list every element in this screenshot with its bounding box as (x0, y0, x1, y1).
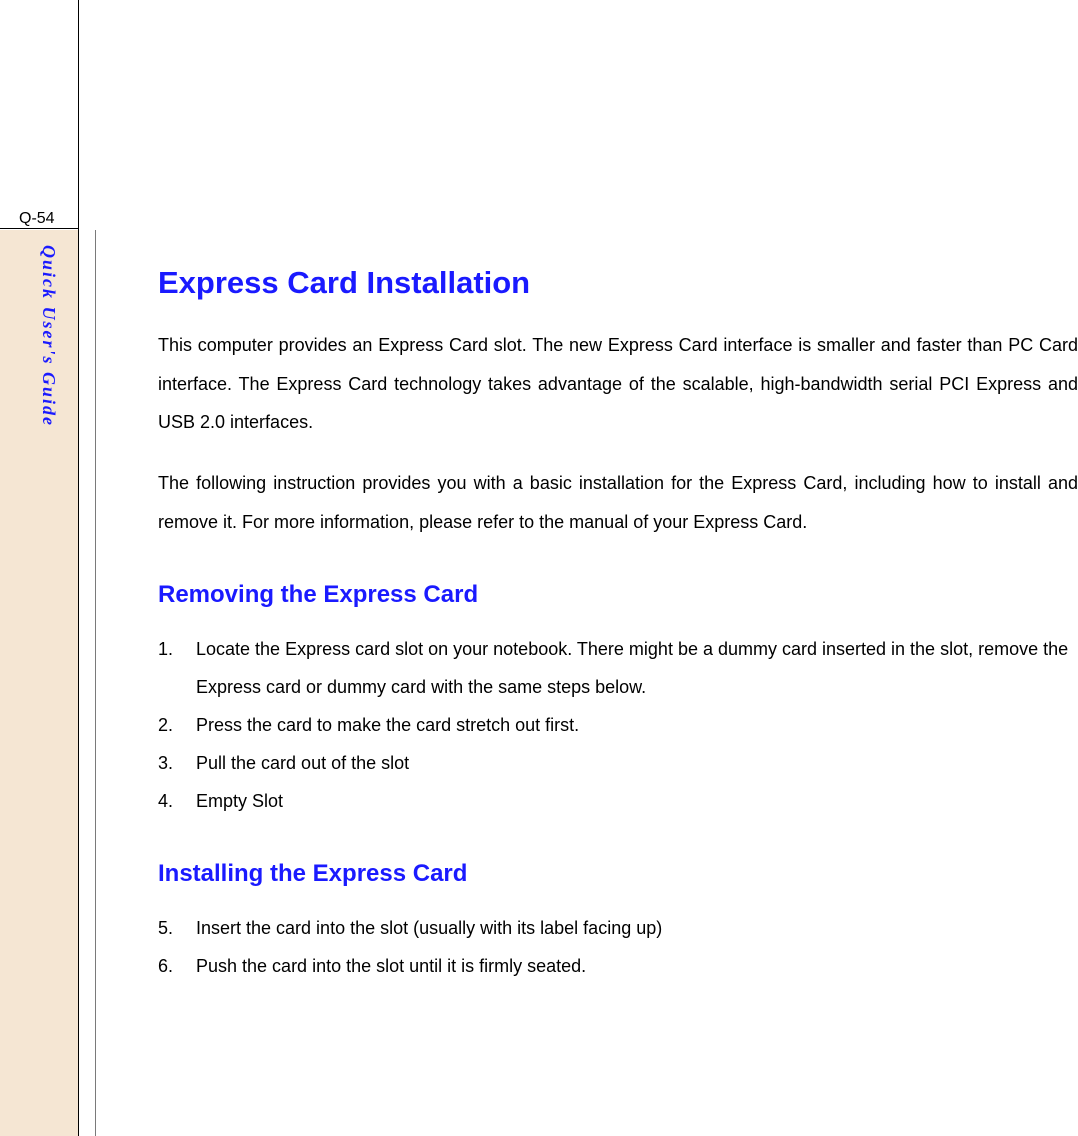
list-text: Push the card into the slot until it is … (196, 948, 1078, 986)
intro-paragraph-2: The following instruction provides you w… (158, 464, 1078, 541)
list-item: 1. Locate the Express card slot on your … (158, 631, 1078, 707)
intro-paragraph-1: This computer provides an Express Card s… (158, 326, 1078, 442)
vertical-divider-outer (78, 0, 79, 1136)
main-content: Express Card Installation This computer … (158, 265, 1078, 1026)
list-text: Pull the card out of the slot (196, 745, 1078, 783)
list-text: Insert the card into the slot (usually w… (196, 910, 1078, 948)
list-item: 5. Insert the card into the slot (usuall… (158, 910, 1078, 948)
list-text: Empty Slot (196, 783, 1078, 821)
list-number: 2. (158, 707, 196, 745)
list-number: 1. (158, 631, 196, 707)
sidebar-label: Quick User's Guide (38, 245, 59, 427)
vertical-divider-inner (95, 230, 96, 1136)
list-item: 4. Empty Slot (158, 783, 1078, 821)
sub-heading-installing: Installing the Express Card (158, 860, 1078, 888)
list-number: 3. (158, 745, 196, 783)
list-text: Locate the Express card slot on your not… (196, 631, 1078, 707)
list-item: 3. Pull the card out of the slot (158, 745, 1078, 783)
removing-list: 1. Locate the Express card slot on your … (158, 631, 1078, 820)
list-number: 5. (158, 910, 196, 948)
list-number: 4. (158, 783, 196, 821)
horizontal-divider (0, 228, 78, 229)
list-item: 2. Press the card to make the card stret… (158, 707, 1078, 745)
page-number: Q-54 (19, 210, 55, 228)
list-item: 6. Push the card into the slot until it … (158, 948, 1078, 986)
main-heading: Express Card Installation (158, 265, 1078, 301)
sub-heading-removing: Removing the Express Card (158, 581, 1078, 609)
list-number: 6. (158, 948, 196, 986)
page-container: Q-54 Quick User's Guide Express Card Ins… (0, 0, 1078, 1136)
list-text: Press the card to make the card stretch … (196, 707, 1078, 745)
installing-list: 5. Insert the card into the slot (usuall… (158, 910, 1078, 986)
